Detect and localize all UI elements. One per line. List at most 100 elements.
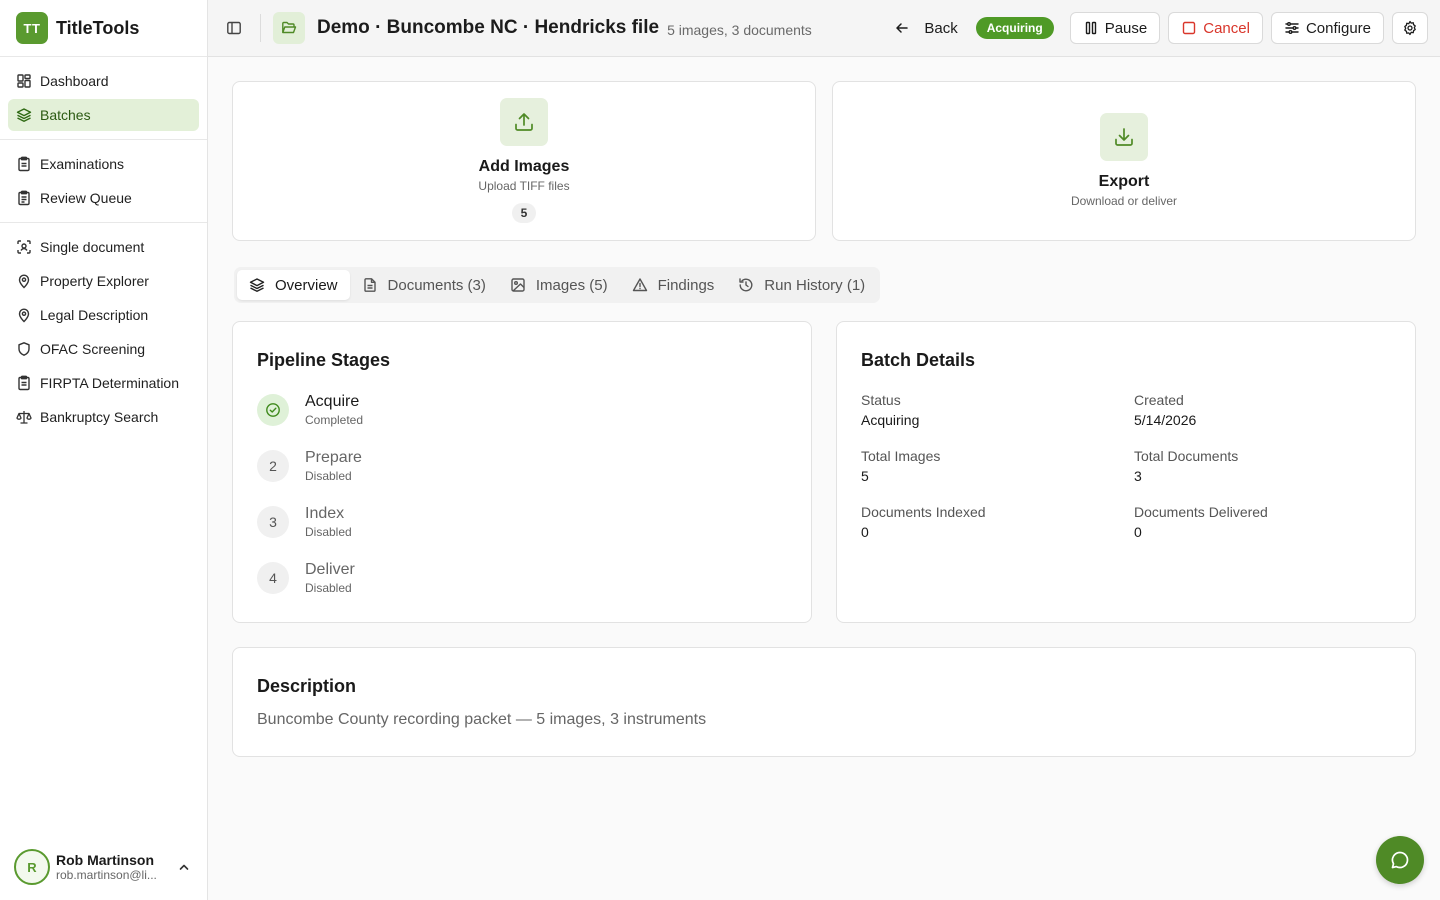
stage-status: Disabled	[305, 525, 352, 539]
export-card[interactable]: Export Download or deliver	[832, 81, 1416, 241]
detail-value: 5	[861, 468, 869, 484]
brand[interactable]: TT TitleTools	[0, 0, 207, 57]
detail-label: Documents Delivered	[1134, 504, 1268, 520]
stage-number: 4	[257, 562, 289, 594]
detail-value: 0	[1134, 524, 1142, 540]
tab-label: Findings	[657, 276, 715, 294]
stage-name: Index	[305, 505, 345, 522]
dashboard-icon	[17, 74, 31, 88]
main-content: Add Images Upload TIFF files 5 Export Do…	[208, 57, 1440, 900]
stage-status: Disabled	[305, 469, 352, 483]
tab-run-history[interactable]: Run History (1)	[726, 270, 877, 300]
sliders-icon	[1285, 22, 1299, 34]
tab-overview[interactable]: Overview	[237, 270, 350, 300]
stage-name: Prepare	[305, 449, 362, 466]
top-bar: Demo · Buncombe NC · Hendricks file 5 im…	[208, 0, 1440, 57]
detail-documents-delivered: Documents Delivered 0	[1134, 504, 1268, 540]
sidebar-item-property-explorer[interactable]: Property Explorer	[8, 265, 199, 297]
history-icon	[739, 278, 753, 292]
cancel-label: Cancel	[1203, 19, 1250, 37]
sidebar-item-dashboard[interactable]: Dashboard	[8, 65, 199, 97]
pipeline-stage-acquire: Acquire Completed	[257, 390, 363, 430]
tab-images[interactable]: Images (5)	[498, 270, 620, 300]
detail-label: Status	[861, 392, 901, 408]
stage-name: Deliver	[305, 561, 355, 578]
download-icon	[1100, 113, 1148, 161]
detail-value: 3	[1134, 468, 1142, 484]
scale-icon	[16, 411, 32, 424]
sidebar-item-ofac-screening[interactable]: OFAC Screening	[8, 333, 199, 365]
batch-details-card: Batch Details Status Acquiring Created 5…	[836, 321, 1416, 623]
detail-created: Created 5/14/2026	[1134, 392, 1196, 428]
detail-value: Acquiring	[861, 412, 920, 428]
sidebar-item-legal-description[interactable]: Legal Description	[8, 299, 199, 331]
pause-button[interactable]: Pause	[1069, 12, 1161, 44]
page-title: Demo · Buncombe NC · Hendricks file	[317, 17, 660, 38]
upload-icon	[500, 98, 548, 146]
stage-text: Deliver Disabled	[305, 561, 355, 595]
header-actions: Back Acquiring Pause Cancel Configure	[894, 12, 1428, 44]
sidebar-item-examinations[interactable]: Examinations	[8, 148, 199, 180]
detail-status: Status Acquiring	[861, 392, 919, 428]
sidebar: TT TitleTools Dashboard Batches Examinat…	[0, 0, 208, 900]
stop-icon	[1183, 21, 1196, 35]
tab-label: Images (5)	[535, 276, 608, 294]
sidebar-toggle-button[interactable]	[222, 16, 246, 40]
sidebar-item-single-document[interactable]: Single document	[8, 231, 199, 263]
detail-label: Total Documents	[1134, 448, 1239, 464]
sidebar-item-bankruptcy-search[interactable]: Bankruptcy Search	[8, 401, 199, 433]
file-icon	[363, 278, 376, 292]
app-logo: TT	[16, 12, 48, 44]
chevron-up-icon[interactable]	[176, 859, 192, 875]
folder-open-icon	[282, 21, 297, 34]
description-card: Description Buncombe County recording pa…	[232, 647, 1416, 757]
pause-icon	[1085, 21, 1096, 35]
pipeline-stage-prepare: 2 Prepare Disabled	[257, 446, 362, 486]
export-title: Export	[1098, 173, 1150, 190]
pause-label: Pause	[1104, 19, 1148, 37]
clipboard-list-icon	[18, 190, 30, 206]
chat-icon	[1391, 851, 1409, 869]
detail-documents-indexed: Documents Indexed 0	[861, 504, 986, 540]
detail-value: 5/14/2026	[1134, 412, 1197, 428]
detail-label: Total Images	[861, 448, 941, 464]
export-subtitle: Download or deliver	[1070, 194, 1178, 208]
user-menu[interactable]: R Rob Martinson rob.martinson@li...	[0, 834, 207, 900]
check-circle-icon	[257, 394, 289, 426]
sidebar-item-batches[interactable]: Batches	[8, 99, 199, 131]
stage-status: Disabled	[305, 581, 352, 595]
sidebar-item-label: Legal Description	[40, 307, 149, 323]
tab-findings[interactable]: Findings	[620, 270, 727, 300]
stage-text: Index Disabled	[305, 505, 352, 539]
sidebar-item-label: Property Explorer	[40, 273, 149, 289]
settings-button[interactable]	[1392, 12, 1428, 44]
sidebar-item-label: Single document	[40, 239, 145, 255]
card-title: Pipeline Stages	[257, 350, 391, 370]
arrow-left-icon	[896, 23, 909, 33]
add-images-card[interactable]: Add Images Upload TIFF files 5	[232, 81, 816, 241]
cancel-button[interactable]: Cancel	[1168, 12, 1263, 44]
stage-number: 2	[257, 450, 289, 482]
tab-label: Run History (1)	[764, 276, 866, 294]
folder-button[interactable]	[273, 12, 305, 44]
app-name: TitleTools	[56, 17, 140, 38]
sidebar-item-review-queue[interactable]: Review Queue	[8, 182, 199, 214]
detail-total-images: Total Images 5	[861, 448, 940, 484]
stage-status: Completed	[305, 413, 364, 427]
back-label: Back	[924, 19, 958, 37]
sidebar-item-label: Examinations	[40, 156, 125, 172]
back-button[interactable]: Back	[894, 19, 958, 37]
stage-name: Acquire	[305, 393, 360, 410]
tab-documents[interactable]: Documents (3)	[350, 270, 498, 300]
configure-button[interactable]: Configure	[1270, 12, 1384, 44]
nav-group-main: Dashboard Batches	[0, 57, 207, 140]
gear-icon	[1404, 20, 1416, 36]
stage-number: 3	[257, 506, 289, 538]
sidebar-item-label: Review Queue	[40, 190, 132, 206]
detail-total-documents: Total Documents 3	[1134, 448, 1238, 484]
sidebar-item-firpta-determination[interactable]: FIRPTA Determination	[8, 367, 199, 399]
sidebar-item-label: Dashboard	[40, 73, 109, 89]
shield-icon	[18, 342, 30, 356]
chat-button[interactable]	[1376, 836, 1424, 884]
scan-icon	[17, 240, 31, 254]
